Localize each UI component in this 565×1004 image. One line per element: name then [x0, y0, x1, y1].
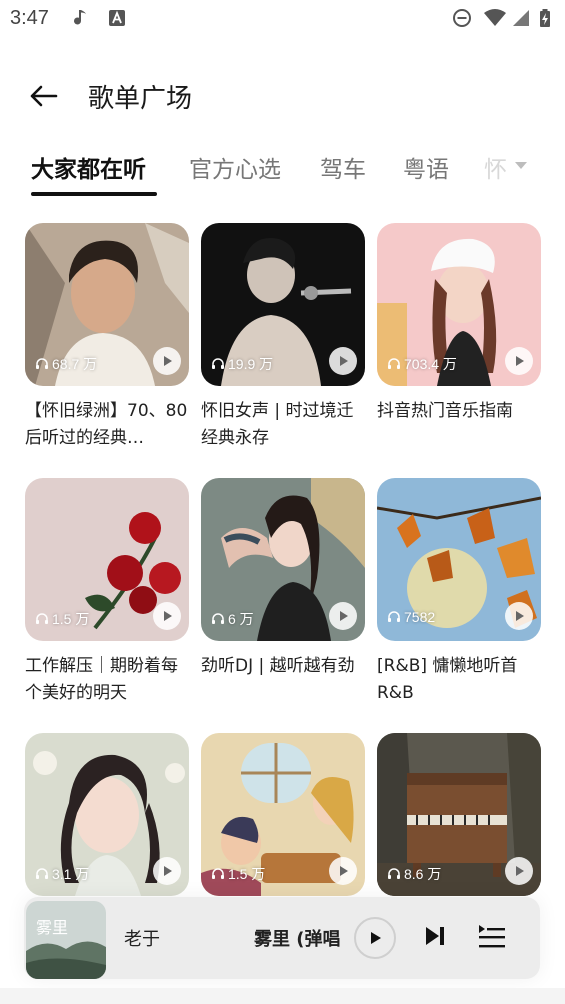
playlist-cover[interactable]: 703.4 万 [377, 223, 541, 386]
play-icon [340, 611, 348, 621]
cover-text: 雾里 [36, 918, 68, 937]
play-button[interactable] [329, 857, 357, 885]
play-icon [340, 866, 348, 876]
now-playing-song: 雾里 (弹唱 [254, 929, 341, 950]
music-note-icon [74, 10, 86, 25]
caret-down-icon[interactable] [513, 158, 529, 172]
play-button[interactable] [505, 857, 533, 885]
play-button[interactable] [153, 602, 181, 630]
playlist-cover[interactable]: 1.5 万 [25, 478, 189, 641]
play-button[interactable] [329, 347, 357, 375]
play-button[interactable] [505, 347, 533, 375]
battery-charging-icon [540, 9, 550, 27]
active-tab-indicator [31, 192, 157, 196]
play-button[interactable] [153, 857, 181, 885]
playlist-title[interactable]: 劲听DJ | 越听越有劲 [201, 653, 365, 680]
headphones-icon [36, 613, 48, 624]
headphones-icon [212, 358, 224, 369]
headphones-icon [388, 868, 400, 879]
tab-nostalgia-partial[interactable]: 怀 [484, 150, 507, 184]
now-playing-cover-art: 雾里 [26, 901, 106, 979]
playlist-title[interactable]: 抖音热门音乐指南 [377, 398, 541, 425]
play-count: 6 万 [211, 609, 254, 629]
now-playing-artist: 老于 [124, 929, 160, 950]
play-button[interactable] [329, 602, 357, 630]
headphones-icon [212, 868, 224, 879]
category-tabs: 大家都在听 官方心选 驾车 粤语 怀 [0, 140, 565, 200]
playlist-cover[interactable]: 1.5 万 [201, 733, 365, 896]
play-count: 8.6 万 [387, 864, 441, 884]
playlist-title[interactable]: [R&B] 慵懒地听首R&B [377, 653, 541, 707]
playlist-title[interactable]: 【怀旧绿洲】70、80后听过的经典… [25, 398, 189, 452]
tab-official-picks[interactable]: 官方心选 [189, 150, 281, 184]
headphones-icon [388, 611, 400, 622]
play-icon [164, 611, 172, 621]
playlist-cover[interactable]: 6 万 [201, 478, 365, 641]
mini-player[interactable]: 雾里 老于 雾里 (弹唱 [24, 897, 540, 979]
page-title: 歌单广场 [88, 84, 193, 114]
playlist-title[interactable]: 怀旧女声 | 时过境迁 经典永存 [201, 398, 365, 452]
play-count: 1.5 万 [211, 864, 265, 884]
now-playing-cover[interactable]: 雾里 [26, 901, 106, 979]
play-icon [164, 356, 172, 366]
play-count: 68.7 万 [35, 354, 97, 374]
tab-cantonese[interactable]: 粤语 [403, 150, 449, 184]
dnd-icon [453, 9, 471, 27]
playlist-cover[interactable]: 7582 [377, 478, 541, 641]
a-badge-icon [109, 10, 125, 26]
play-count: 7582 [387, 609, 435, 625]
play-count: 3.1 万 [35, 864, 89, 884]
playlist-title[interactable]: 工作解压｜期盼着每个美好的明天 [25, 653, 189, 707]
tab-everyone-listening[interactable]: 大家都在听 [31, 150, 146, 184]
arrow-left-icon[interactable] [26, 78, 62, 114]
play-icon [516, 866, 524, 876]
wifi-icon [484, 9, 506, 26]
play-icon [340, 356, 348, 366]
headphones-icon [36, 358, 48, 369]
play-icon [164, 866, 172, 876]
header: 歌单广场 [0, 70, 565, 124]
tab-driving[interactable]: 驾车 [320, 150, 366, 184]
play-count: 703.4 万 [387, 354, 457, 374]
play-button[interactable] [153, 347, 181, 375]
skip-next-icon[interactable] [424, 925, 446, 947]
headphones-icon [212, 613, 224, 624]
play-count: 1.5 万 [35, 609, 89, 629]
play-icon [516, 356, 524, 366]
headphones-icon [388, 358, 400, 369]
playlist-cover[interactable]: 3.1 万 [25, 733, 189, 896]
play-count: 19.9 万 [211, 354, 273, 374]
play-button[interactable] [505, 602, 533, 630]
playlist-cover[interactable]: 8.6 万 [377, 733, 541, 896]
signal-icon [513, 10, 529, 26]
play-icon [371, 932, 381, 944]
mini-play-button[interactable] [354, 917, 396, 959]
playlist-cover[interactable]: 19.9 万 [201, 223, 365, 386]
headphones-icon [36, 868, 48, 879]
status-bar: 3:47 [0, 0, 565, 38]
play-icon [516, 611, 524, 621]
status-time: 3:47 [10, 7, 49, 29]
playlist-cover[interactable]: 68.7 万 [25, 223, 189, 386]
playlist-icon[interactable] [477, 923, 507, 951]
bottom-strip [0, 988, 565, 1004]
